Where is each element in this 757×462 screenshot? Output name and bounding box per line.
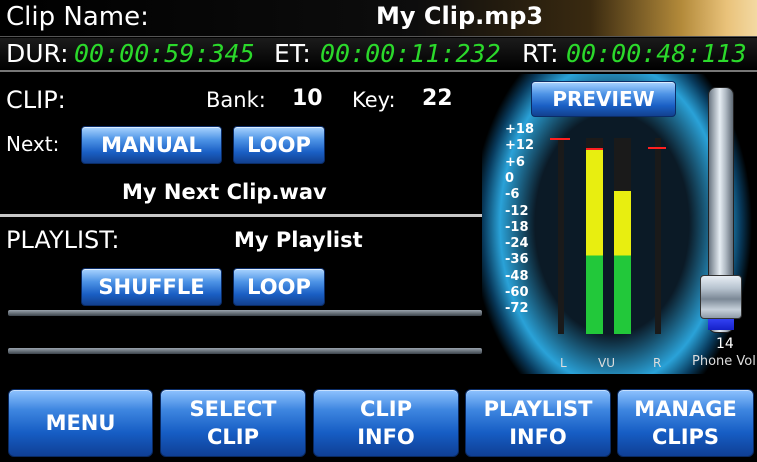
et-value: 00:00:11:232: [320, 39, 501, 68]
time-bar: DUR: 00:00:59:345 ET: 00:00:11:232 RT: 0…: [0, 38, 757, 72]
peak-left-indicator: [550, 138, 570, 140]
vu-scale-tick: -18: [505, 219, 529, 235]
clip-label: CLIP:: [6, 86, 66, 114]
shuffle-button[interactable]: SHUFFLE: [81, 268, 222, 306]
vu-scale-tick: -6: [505, 187, 520, 203]
clip-name-label: Clip Name:: [6, 2, 149, 32]
bank-label: Bank:: [206, 88, 266, 112]
meter-right-label: R: [653, 356, 662, 370]
key-value: 22: [422, 86, 453, 111]
vu-scale-tick: 0: [505, 170, 515, 186]
peak-right-indicator: [648, 147, 666, 149]
playlist-label: PLAYLIST:: [6, 226, 120, 254]
volume-value: 14: [716, 336, 734, 352]
vu-scale-tick: -48: [505, 268, 529, 284]
meter-bg-right-outer: [655, 138, 661, 334]
playlist-name: My Playlist: [234, 228, 363, 252]
manual-button[interactable]: MANUAL: [81, 126, 222, 164]
vu-bar-right: [614, 190, 631, 334]
rt-value: 00:00:48:113: [566, 39, 747, 68]
meter-bg-left-outer: [558, 138, 564, 334]
select-clip-button[interactable]: SELECT CLIP: [160, 389, 306, 457]
clip-name-value: My Clip.mp3: [376, 2, 544, 30]
dur-value: 00:00:59:345: [74, 39, 255, 68]
menu-button[interactable]: MENU: [8, 389, 153, 457]
clip-name-bar: Clip Name: My Clip.mp3: [0, 0, 757, 37]
rt-label: RT:: [522, 39, 559, 68]
vu-scale-tick: -72: [505, 301, 529, 317]
clip-info-button[interactable]: CLIP INFO: [313, 389, 459, 457]
dur-label: DUR:: [6, 39, 69, 68]
vu-scale-tick: -60: [505, 285, 529, 300]
manage-clips-button[interactable]: MANAGE CLIPS: [617, 389, 754, 457]
vu-scale-tick: +18: [505, 122, 534, 137]
next-clip-name: My Next Clip.wav: [122, 180, 327, 204]
vu-scale-tick: -12: [505, 203, 529, 219]
preview-button[interactable]: PREVIEW: [531, 81, 676, 117]
vu-scale-tick: -36: [505, 252, 529, 268]
vu-scale-tick: +6: [505, 154, 525, 170]
playlist-info-button[interactable]: PLAYLIST INFO: [465, 389, 611, 457]
meter-vu-label: VU: [598, 356, 615, 370]
meter-left-label: L: [560, 356, 567, 370]
key-label: Key:: [352, 88, 396, 112]
volume-slider-thumb[interactable]: [700, 275, 742, 319]
et-label: ET:: [274, 39, 311, 68]
bank-value: 10: [292, 86, 323, 111]
vu-scale-tick: -24: [505, 236, 529, 252]
vu-scale-tick: +12: [505, 138, 534, 154]
playlist-loop-button[interactable]: LOOP: [233, 268, 325, 306]
next-label: Next:: [6, 132, 60, 156]
playlist-separator-bottom: [8, 348, 482, 354]
vu-bar-left: [586, 147, 603, 334]
volume-label: Phone Vol: [692, 354, 756, 369]
clip-loop-button[interactable]: LOOP: [233, 126, 325, 164]
playlist-separator-top: [8, 310, 482, 316]
section-divider: [0, 214, 482, 217]
